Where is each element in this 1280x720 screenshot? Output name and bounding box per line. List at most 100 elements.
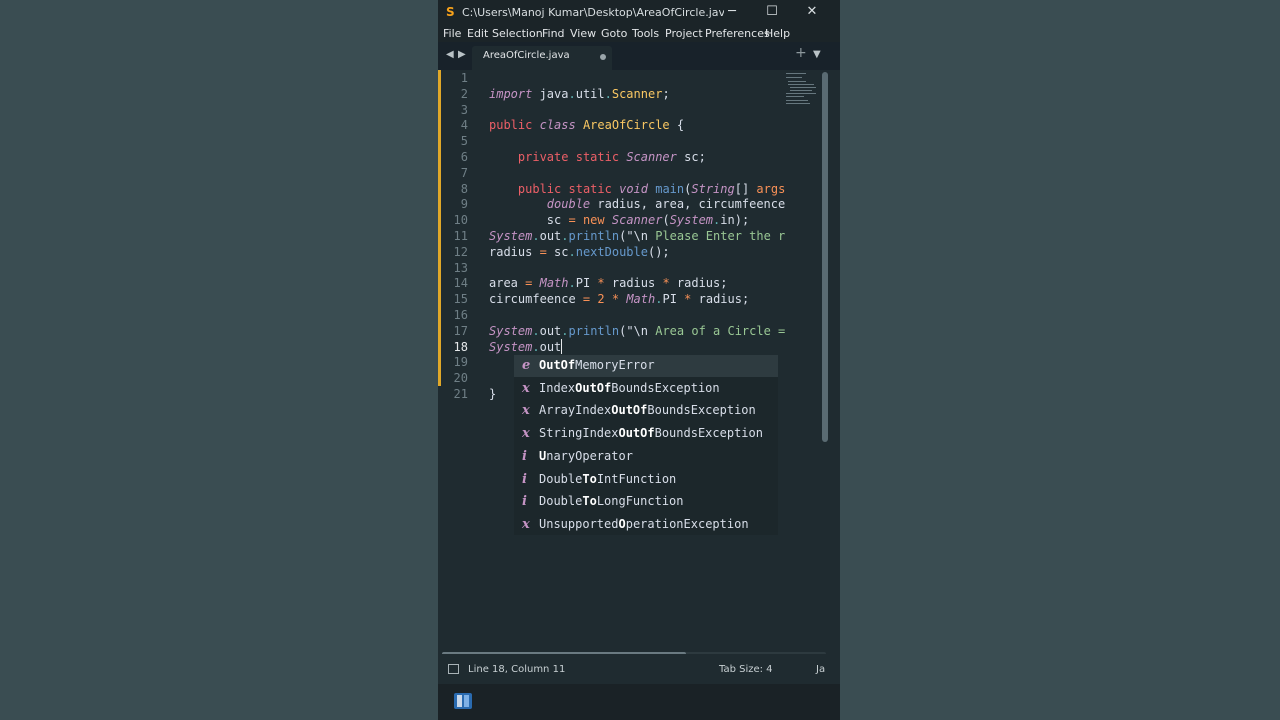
autocomplete-item[interactable]: x UnsupportedOperationException (514, 514, 778, 536)
line-number: 3 (460, 102, 468, 117)
line-number: 8 (460, 181, 468, 196)
completion-kind-icon: x (522, 380, 530, 396)
code-line[interactable]: area = Math.PI * radius * radius; (489, 275, 727, 291)
menu-preferences[interactable]: Preferences (705, 27, 770, 40)
code-token: public (489, 118, 533, 133)
line-number: 11 (453, 229, 468, 243)
code-token: class (539, 118, 576, 133)
code-token: . (568, 276, 576, 291)
minimize-button[interactable]: ─ (714, 0, 750, 24)
code-line[interactable]: System.out.println("\n Please Enter the … (489, 228, 785, 244)
autocomplete-item[interactable]: i DoubleToLongFunction (514, 491, 778, 513)
menu-bar: File Edit Selection Find View Goto Tools… (438, 24, 840, 42)
code-token: [] (734, 181, 757, 196)
code-token: (" (619, 229, 634, 243)
code-token: double (546, 197, 591, 212)
close-button[interactable]: ✕ (794, 0, 830, 24)
menu-help[interactable]: Help (765, 27, 790, 40)
autocomplete-item[interactable]: i DoubleToIntFunction (514, 469, 778, 491)
menu-file[interactable]: File (443, 27, 461, 40)
code-line[interactable]: radius = sc.nextDouble(); (489, 244, 670, 260)
code-token: * (662, 276, 670, 291)
line-number: 17 (453, 323, 468, 338)
code-token: out (539, 229, 562, 243)
code-line[interactable]: System.out.println("\n Area of a Circle … (489, 323, 785, 339)
maximize-button[interactable]: ☐ (754, 0, 790, 24)
code-line[interactable]: import java.util.Scanner; (489, 86, 670, 102)
menu-selection[interactable]: Selection (492, 27, 543, 40)
code-token: . (532, 229, 540, 243)
vertical-scrollbar[interactable] (822, 72, 828, 442)
completion-label: UnsupportedOperationException (539, 516, 749, 531)
code-line[interactable]: double radius, area, circumfeence (489, 196, 785, 212)
menu-tools[interactable]: Tools (632, 27, 659, 40)
autocomplete-item[interactable]: x StringIndexOutOfBoundsException (514, 423, 778, 445)
menu-view[interactable]: View (570, 27, 596, 40)
code-token: radius; (691, 292, 750, 307)
line-number: 14 (453, 276, 468, 291)
autocomplete-item[interactable]: x IndexOutOfBoundsException (514, 378, 778, 400)
code-editor[interactable]: 1 2 3 4 5 6 7 8 9 10 11 12 13 14 15 16 17 18 19 20 21 import… (438, 70, 840, 656)
code-token: System (489, 323, 533, 338)
code-token: { (669, 118, 685, 133)
code-token: out (539, 323, 562, 338)
code-token: . (561, 229, 569, 243)
code-line[interactable]: sc = new Scanner(System.in); (489, 212, 749, 228)
completion-label: IndexOutOfBoundsException (539, 380, 720, 395)
line-number: 10 (453, 213, 468, 228)
new-tab-button[interactable]: + (795, 45, 807, 61)
autocomplete-item[interactable]: i UnaryOperator (514, 446, 778, 468)
cursor-position[interactable]: Line 18, Column 11 (468, 664, 565, 675)
minimap[interactable] (786, 70, 822, 110)
tab-next-icon[interactable]: ▶ (458, 49, 466, 60)
tab-dropdown-icon[interactable]: ▼ (813, 49, 821, 60)
completion-label: DoubleToIntFunction (539, 471, 677, 486)
tab-size-indicator[interactable]: Tab Size: 4 (719, 664, 773, 675)
completion-label: DoubleToLongFunction (539, 494, 684, 509)
line-number: 1 (460, 71, 468, 85)
code-token: println (568, 229, 620, 243)
unsaved-dot-icon[interactable] (600, 54, 606, 60)
code-line[interactable]: circumfeence = 2 * Math.PI * radius; (489, 291, 749, 307)
menu-goto[interactable]: Goto (601, 27, 627, 40)
code-line[interactable]: System.out (489, 339, 561, 355)
code-line[interactable]: public static void main(String[] args (489, 181, 785, 197)
code-line[interactable]: } (489, 386, 496, 402)
menu-find[interactable]: Find (542, 27, 565, 40)
panel-toggle-icon[interactable] (448, 664, 459, 674)
taskbar-app-icon[interactable] (454, 693, 472, 709)
title-bar[interactable]: S C:\Users\Manoj Kumar\Desktop\AreaOfCir… (438, 0, 840, 24)
tab-bar: ◀ ▶ AreaOfCircle.java + ▼ (438, 42, 840, 70)
code-line[interactable]: private static Scanner sc; (489, 149, 706, 165)
code-token: ); (734, 213, 750, 228)
code-token: Please Enter the r (648, 229, 786, 243)
tab-prev-icon[interactable]: ◀ (446, 49, 454, 60)
code-token: ( (662, 213, 670, 228)
code-line[interactable]: public class AreaOfCircle { (489, 117, 684, 133)
code-token: private (517, 150, 569, 164)
syntax-indicator[interactable]: Ja (816, 664, 825, 675)
code-token: import (489, 86, 533, 101)
code-token: \n (633, 229, 648, 243)
autocomplete-item[interactable]: x ArrayIndexOutOfBoundsException (514, 400, 778, 422)
code-token: area (489, 276, 526, 291)
code-token: . (532, 323, 540, 338)
menu-edit[interactable]: Edit (467, 27, 488, 40)
code-token: System (489, 229, 533, 243)
menu-project[interactable]: Project (665, 27, 703, 40)
code-token: \n (633, 323, 648, 338)
code-token: static (568, 181, 612, 196)
completion-label: ArrayIndexOutOfBoundsException (539, 403, 756, 418)
autocomplete-item[interactable]: e OutOfMemoryError (514, 355, 778, 377)
code-token: sc; (676, 150, 706, 164)
code-token: } (489, 387, 497, 401)
line-number: 19 (453, 355, 468, 370)
code-token: circumfeence (489, 292, 583, 307)
tab-areaofcircle-java[interactable]: AreaOfCircle.java (472, 46, 612, 70)
line-number: 6 (460, 150, 468, 164)
